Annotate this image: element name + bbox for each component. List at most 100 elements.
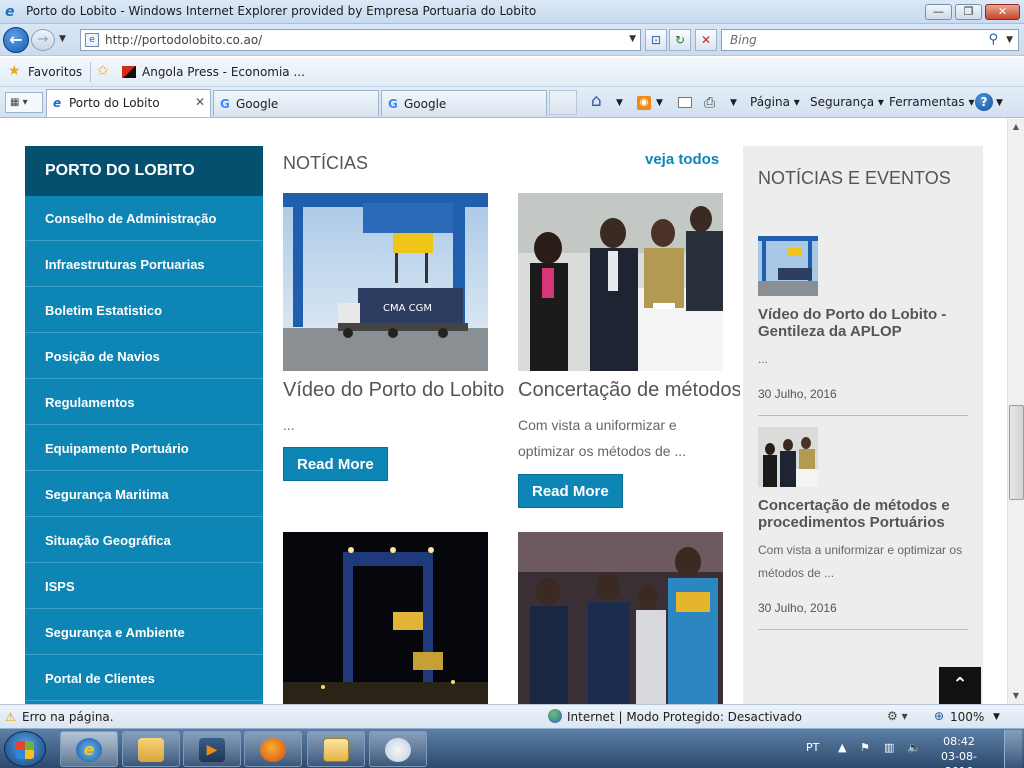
address-input[interactable]: e http://portodolobito.co.ao/ ▼ [80,29,641,51]
read-mail-icon[interactable] [678,97,692,108]
print-dropdown-icon[interactable]: ▼ [730,98,737,108]
back-button[interactable]: ← [3,27,29,53]
sidebar-item-equipamento[interactable]: Equipamento Portuário [25,426,263,471]
read-more-button[interactable]: Read More [518,474,623,508]
taskbar-paint[interactable] [369,731,427,767]
system-clock[interactable]: 08:42 03-08-2016 [932,734,986,768]
event-thumbnail-port[interactable] [758,236,818,296]
event-thumbnail-meeting[interactable] [758,427,818,487]
refresh-button[interactable]: ↻ [669,29,691,51]
add-favorite-icon[interactable]: ✩ [97,63,109,79]
close-tab-icon[interactable]: ✕ [195,95,205,109]
taskbar-outlook[interactable] [307,731,365,767]
home-icon[interactable]: ⌂ [591,91,602,111]
sidebar-item-portal-clientes[interactable]: Portal de Clientes [25,656,263,701]
event-title[interactable]: Concertação de métodos e procedimentos P… [758,497,976,531]
tab-bar: ▦ ▾ e Porto do Lobito ✕ G Google G Googl… [0,87,1024,118]
compatibility-view-button[interactable]: ⊡ [645,29,667,51]
help-icon[interactable]: ? [975,93,993,111]
minimize-button[interactable]: — [925,4,952,20]
page-menu[interactable]: Página ▾ [750,95,800,109]
tab-porto-do-lobito[interactable]: e Porto do Lobito ✕ [46,89,211,117]
scrollbar-thumb[interactable] [1009,405,1024,500]
safety-menu[interactable]: Segurança ▾ [810,95,884,109]
sidebar-menu: PORTO DO LOBITO Conselho de Administraçã… [25,146,263,704]
stop-button[interactable]: ✕ [695,29,717,51]
outlook-icon [323,738,349,762]
forward-button[interactable]: → [31,29,55,51]
search-icon[interactable]: ⚲ [988,32,998,47]
favorite-link-angola-press[interactable]: Angola Press - Economia ... [142,65,305,79]
favorites-star-icon[interactable]: ★ [8,63,21,79]
taskbar-file-explorer[interactable] [122,731,180,767]
search-input[interactable]: Bing ⚲ ▼ [721,29,1019,51]
sidebar-item-posicao-navios[interactable]: Posição de Navios [25,334,263,379]
network-icon[interactable]: ▥ [884,741,894,754]
taskbar-media-player[interactable]: ▶ [183,731,241,767]
feeds-icon[interactable]: ◉ [637,96,651,110]
internet-zone-icon [548,709,562,723]
read-more-button[interactable]: Read More [283,447,388,481]
night-crane-photo [283,532,488,704]
address-dropdown-icon[interactable]: ▼ [629,34,636,44]
scroll-up-arrow-icon[interactable]: ▲ [1008,119,1024,135]
news-image-night-crane[interactable] [283,532,488,704]
sidebar-item-infraestruturas[interactable]: Infraestruturas Portuarias [25,242,263,287]
favorites-bar: ★ Favoritos ✩ Angola Press - Economia ..… [0,57,1024,87]
close-window-button[interactable]: ✕ [985,4,1020,20]
sidebar-item-situacao[interactable]: Situação Geográfica [25,518,263,563]
sidebar-item-regulamentos[interactable]: Regulamentos [25,380,263,425]
address-url: http://portodolobito.co.ao/ [105,33,263,47]
sidebar-item-boletim[interactable]: Boletim Estatistico [25,288,263,333]
help-dropdown-icon[interactable]: ▼ [996,98,1003,108]
page-scrollbar[interactable]: ▲ ▼ [1007,119,1024,704]
new-tab-button[interactable] [549,90,577,115]
page-error-text[interactable]: Erro na página. [22,710,114,724]
warning-icon[interactable]: ⚠ [5,710,16,724]
action-center-icon[interactable]: ⚑ [860,741,870,754]
zoom-dropdown-icon[interactable]: ▼ [993,712,1000,722]
favorites-button[interactable]: Favoritos [28,65,82,79]
sidebar-item-isps[interactable]: ISPS [25,564,263,609]
event-title[interactable]: Vídeo do Porto do Lobito - Gentileza da … [758,306,976,340]
home-dropdown-icon[interactable]: ▼ [616,98,623,108]
volume-icon[interactable]: 🔈 [907,741,921,754]
sidebar-item-seguranca-maritima[interactable]: Segurança Maritima [25,472,263,517]
tab-google[interactable]: G Google [213,90,379,116]
zoom-icon[interactable]: ⊕ [934,709,944,723]
maximize-button[interactable]: ❐ [955,4,982,20]
recent-pages-dropdown-icon[interactable]: ▼ [59,34,66,44]
show-hidden-icons-icon[interactable]: ▲ [838,741,846,754]
news-article-title[interactable]: Concertação de métodos [518,379,740,402]
scroll-down-arrow-icon[interactable]: ▼ [1008,688,1024,704]
show-desktop-button[interactable] [1004,730,1022,768]
news-article-excerpt: Com vista a uniformizar e optimizar os m… [518,417,687,459]
start-button[interactable] [4,731,46,767]
ie-icon: e [53,96,62,110]
see-all-link[interactable]: veja todos [645,151,719,168]
taskbar-internet-explorer[interactable]: e [60,731,118,767]
news-article-title[interactable]: Vídeo do Porto do Lobito [283,379,505,402]
port-crane-photo: CMA CGM [283,193,488,371]
taskbar-firefox[interactable] [244,731,302,767]
tools-menu[interactable]: Ferramentas ▾ [889,95,974,109]
zoom-level[interactable]: 100% [950,710,984,724]
quick-tabs-button[interactable]: ▦ ▾ [5,92,43,113]
back-to-top-button[interactable]: ⌃ [939,667,981,704]
google-icon: G [388,97,398,111]
protected-mode-icon[interactable]: ⚙ ▾ [887,709,908,723]
news-image-meeting[interactable] [518,193,723,371]
tab-label: Google [404,97,447,111]
sidebar-item-conselho[interactable]: Conselho de Administração [25,196,263,241]
page-viewport: PORTO DO LOBITO Conselho de Administraçã… [0,119,1007,704]
events-panel: NOTÍCIAS E EVENTOS Vídeo do Porto do Lob… [743,146,983,704]
tab-label: Porto do Lobito [69,96,160,110]
sidebar-item-seguranca-ambiente[interactable]: Segurança e Ambiente [25,610,263,655]
news-image-delegation[interactable] [518,532,723,704]
search-options-dropdown-icon[interactable]: ▼ [1006,35,1013,45]
tab-google[interactable]: G Google [381,90,547,116]
feeds-dropdown-icon[interactable]: ▼ [656,98,663,108]
print-icon[interactable]: ⎙ [704,95,715,111]
language-indicator[interactable]: PT [806,741,819,754]
news-image-port-crane[interactable]: CMA CGM [283,193,488,371]
